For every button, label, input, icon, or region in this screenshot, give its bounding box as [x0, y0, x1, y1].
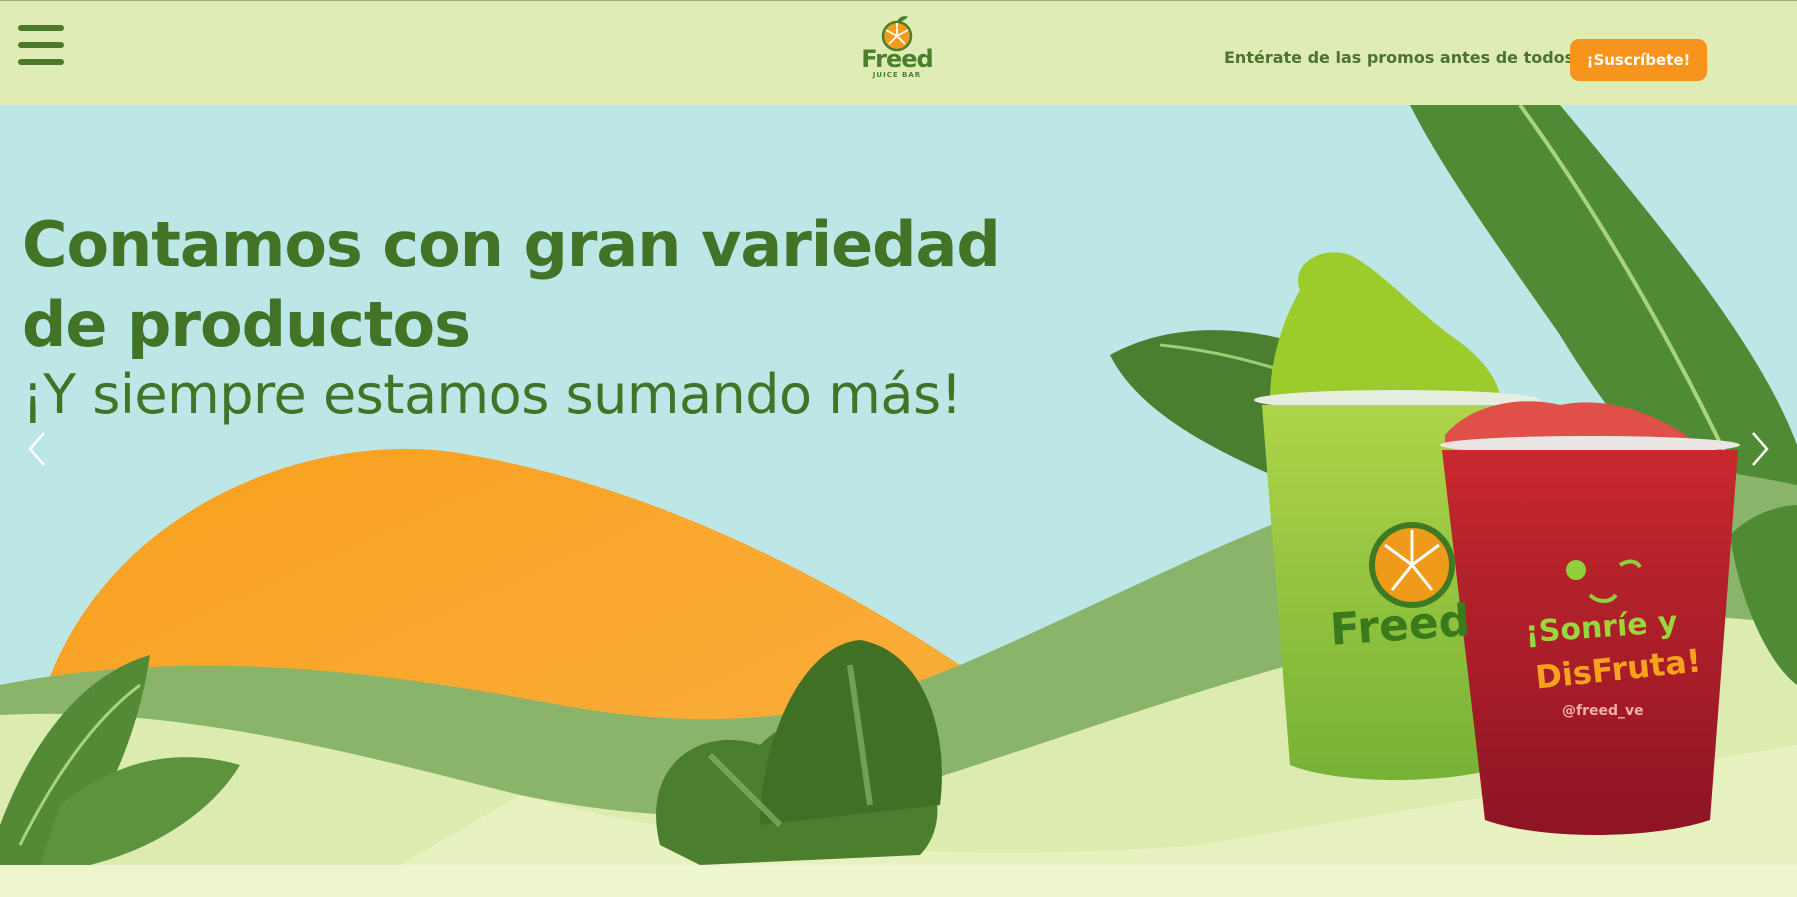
- page-content-start: [0, 865, 1797, 897]
- promo-text: Entérate de las promos antes de todos: [1224, 48, 1575, 67]
- chevron-left-icon[interactable]: [22, 429, 52, 469]
- hero-carousel: Contamos con gran variedad de productos …: [0, 105, 1797, 865]
- hero-subheadline: ¡Y siempre estamos sumando más!: [22, 363, 962, 426]
- logo-wordmark: Freed: [861, 45, 933, 73]
- chevron-right-icon[interactable]: [1745, 429, 1775, 469]
- site-header: Freed JUICE BAR Entérate de las promos a…: [0, 0, 1797, 105]
- red-cup-handle: @freed_ve: [1562, 703, 1644, 719]
- hamburger-menu-icon[interactable]: [18, 25, 64, 65]
- logo-subtitle: JUICE BAR: [872, 71, 922, 79]
- hero-headline: Contamos con gran variedad de productos: [22, 208, 1001, 361]
- subscribe-button[interactable]: ¡Suscríbete!: [1570, 39, 1707, 81]
- brand-logo[interactable]: Freed JUICE BAR: [860, 15, 934, 81]
- green-cup-logo-text: Freed: [1328, 595, 1472, 656]
